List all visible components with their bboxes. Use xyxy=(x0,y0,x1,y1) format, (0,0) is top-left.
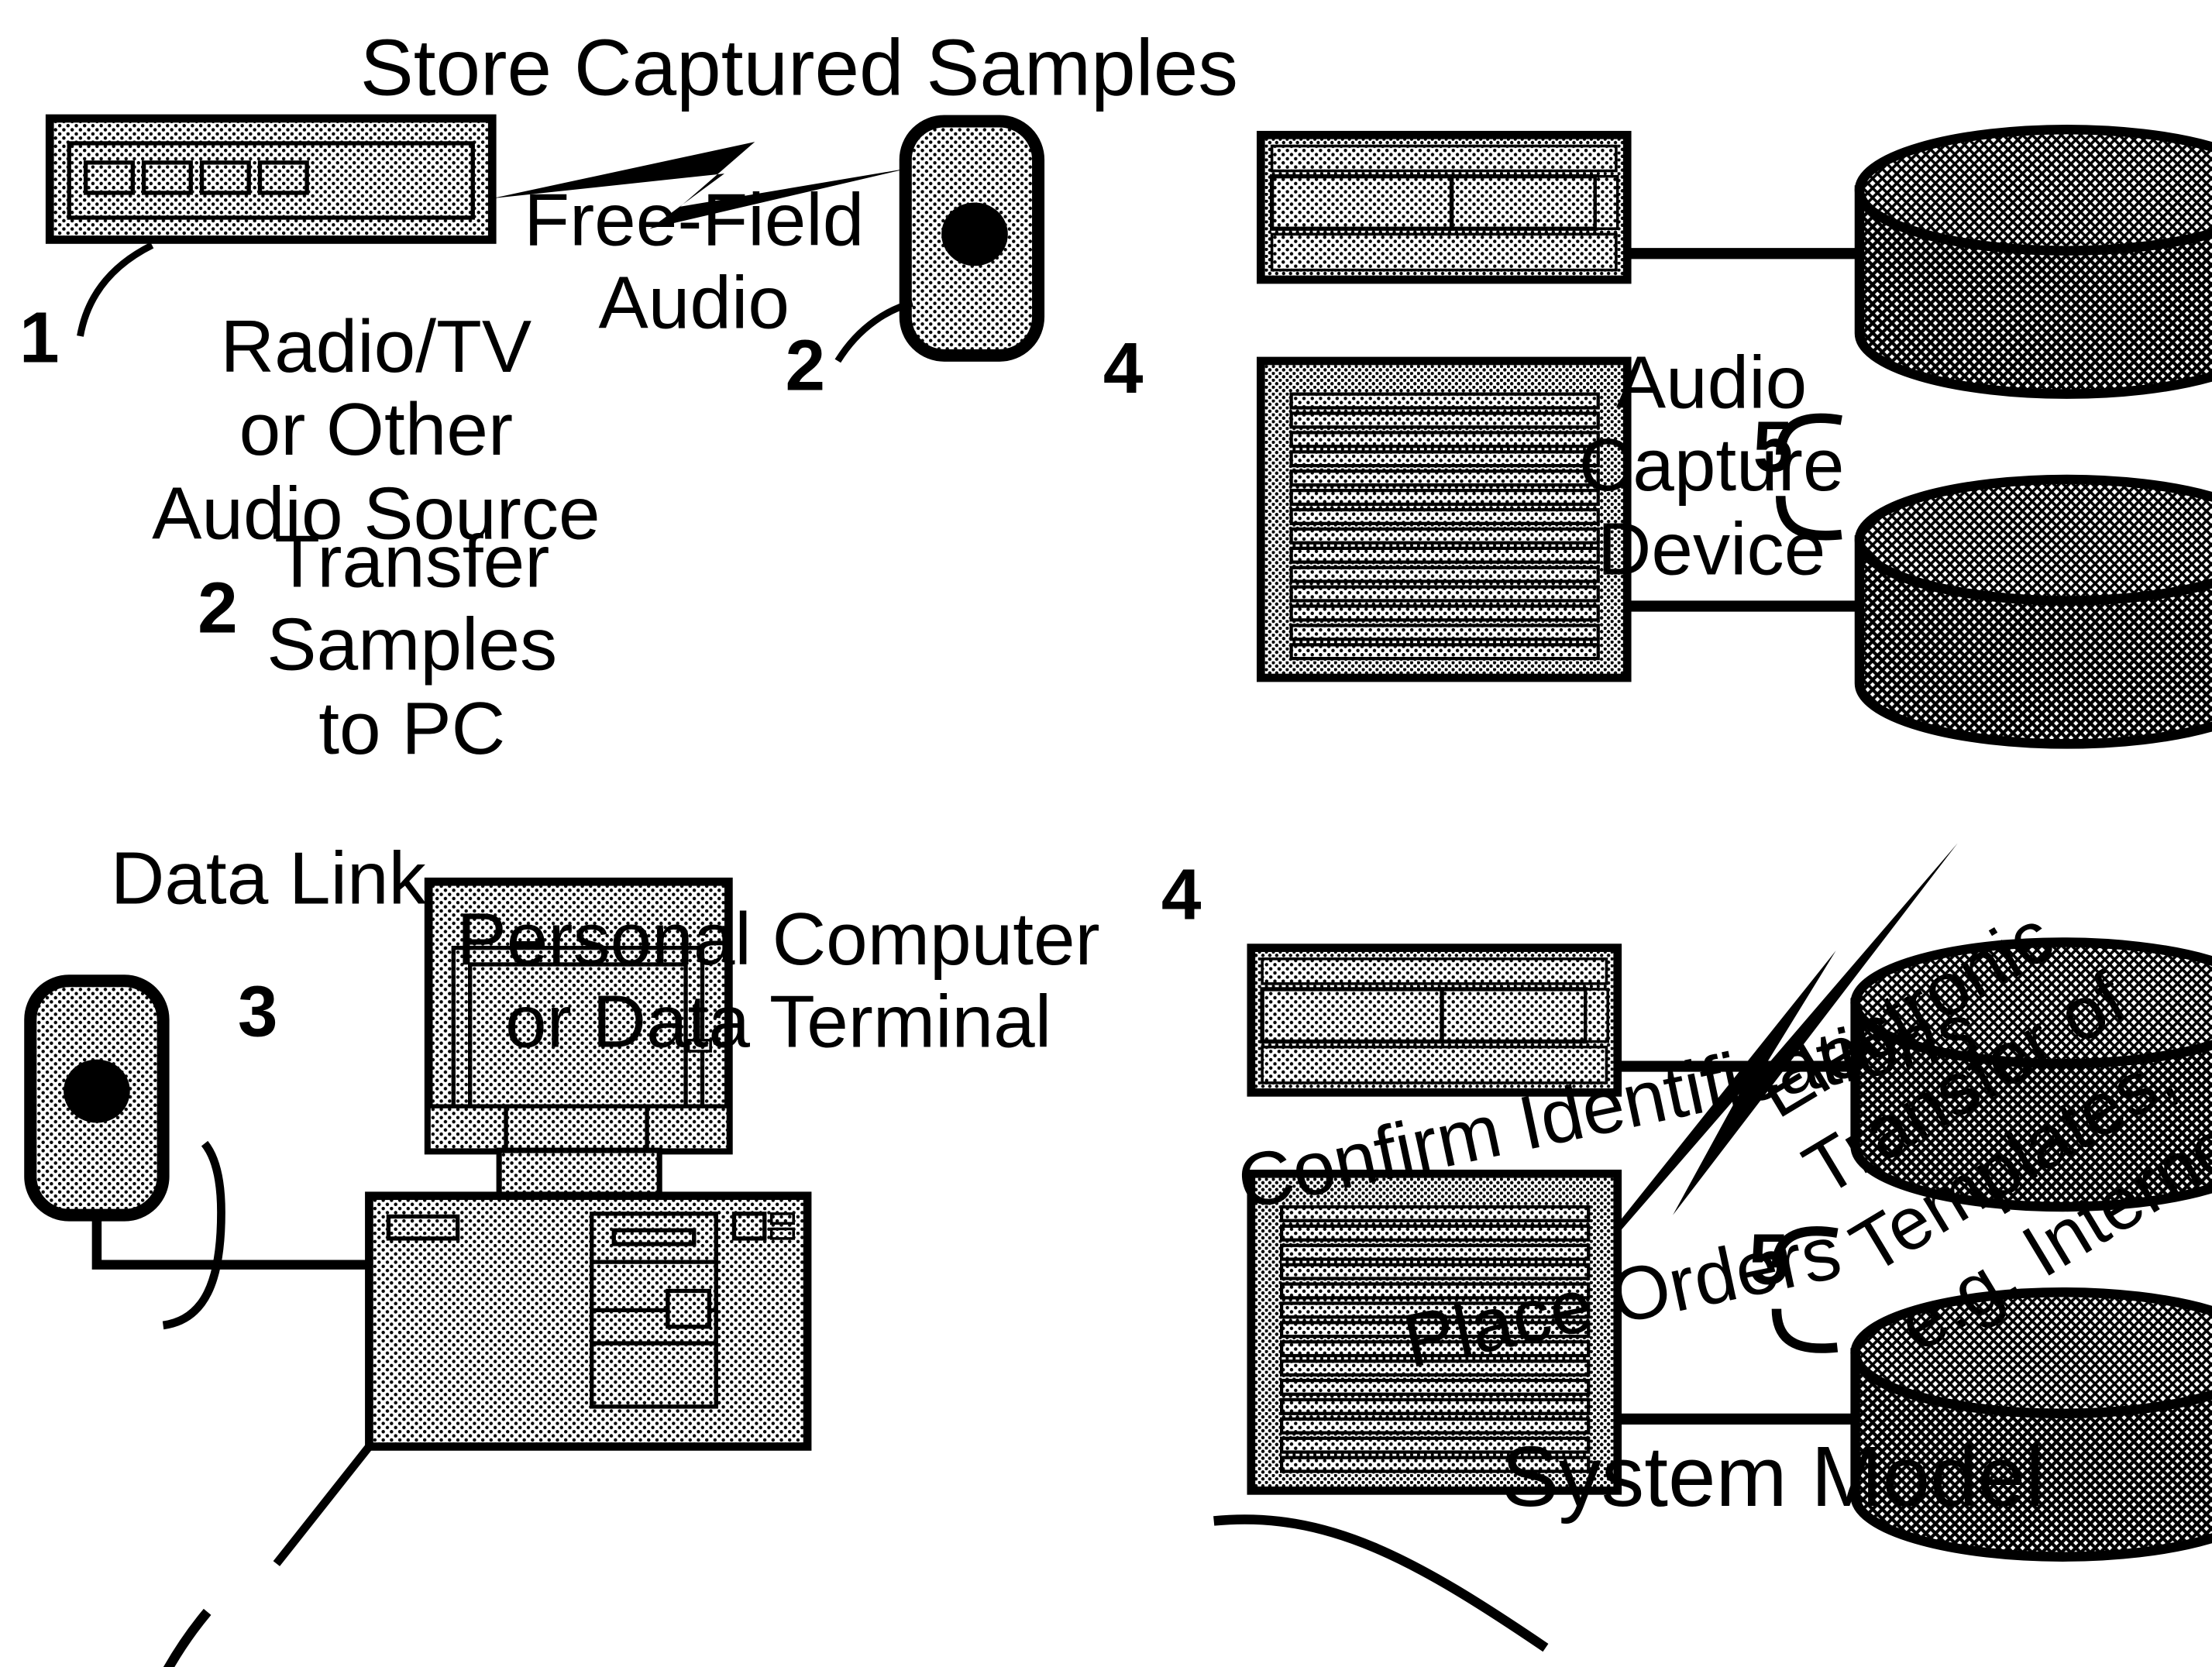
audio-capture-device-left xyxy=(24,974,170,1222)
caption-radio-tv-audio-source: Radio/TV or Other Audio Source xyxy=(152,305,600,555)
caption-personal-computer: Personal Computer or Data Terminal xyxy=(456,898,1100,1064)
caption-transfer-samples-to-pc: Transfer Samples to PC xyxy=(267,521,558,771)
leader-line-4-bottom xyxy=(1213,1514,1549,1652)
radio-tv-audio-source xyxy=(45,114,497,244)
caption-store-captured-samples: Store Captured Samples xyxy=(359,23,1239,113)
leader-line-2-left xyxy=(162,1140,225,1330)
reference-number-1: 1 xyxy=(19,298,60,380)
leader-line-3-upper xyxy=(273,1444,373,1566)
reference-number-5-bottom: 5 xyxy=(1749,1220,1789,1301)
data-link-wire xyxy=(91,1215,377,1270)
reference-number-4-top: 4 xyxy=(1103,329,1144,410)
leader-line-5-bottom-lower xyxy=(1771,1308,1839,1353)
figure-title: System Model xyxy=(1501,1430,2045,1525)
reference-number-2-transfer: 2 xyxy=(198,569,238,649)
patent-figure-canvas: Store Captured Samples Free-Field Audio … xyxy=(0,0,2212,1667)
leader-line-3-lower xyxy=(163,1608,212,1667)
host-computer-site-top-monitor xyxy=(1256,130,1632,284)
microphone-dot-icon xyxy=(64,1059,130,1123)
reference-number-3: 3 xyxy=(237,972,278,1053)
microphone-dot-icon xyxy=(941,202,1008,266)
reference-number-5-top: 5 xyxy=(1753,407,1794,488)
reference-number-4-bottom: 4 xyxy=(1161,855,1202,936)
audio-capture-device-top xyxy=(899,115,1045,362)
figure-svg xyxy=(24,114,2212,1667)
reference-number-2-capture-device: 2 xyxy=(785,326,826,407)
caption-audio-capture-device: Audio Capture Device xyxy=(1578,342,1845,591)
